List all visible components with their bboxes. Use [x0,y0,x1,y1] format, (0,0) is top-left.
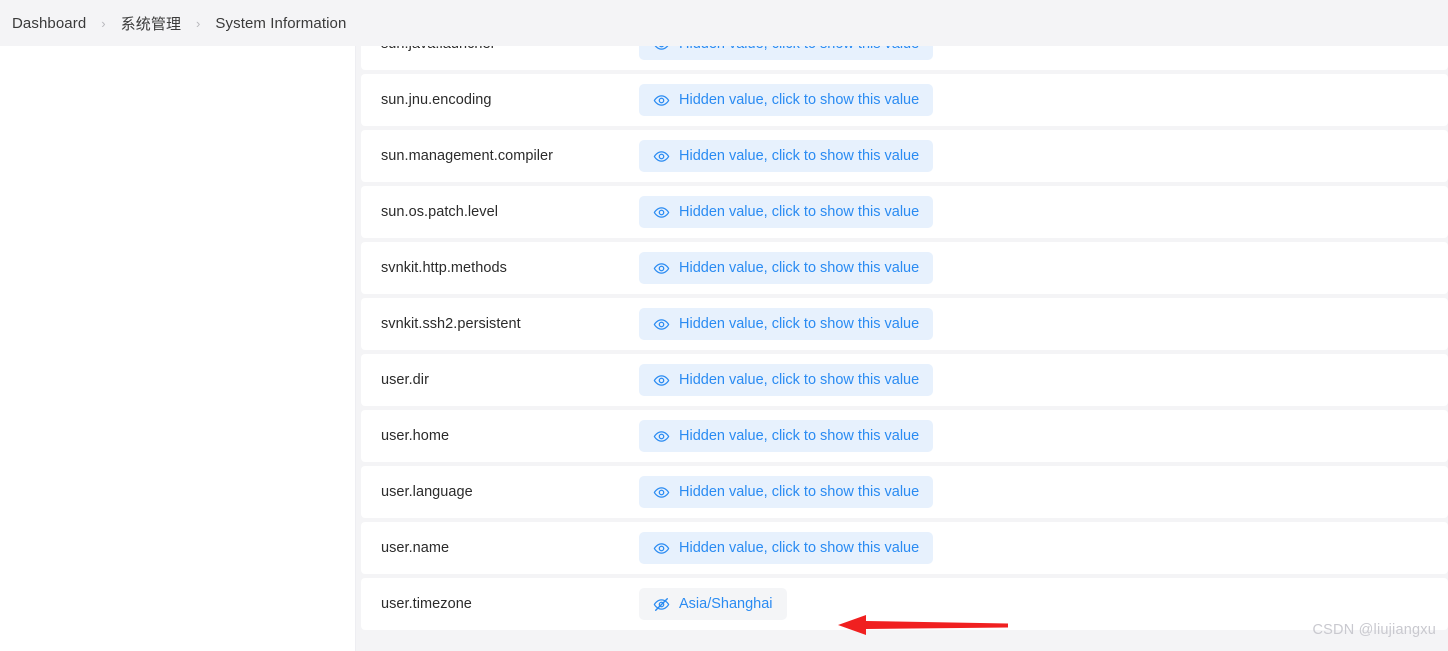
property-value-cell: Hidden value, click to show this value [639,252,1448,284]
breadcrumb-separator-icon: › [101,15,106,31]
property-key: user.dir [381,372,429,388]
eye-icon [653,148,670,165]
property-value-cell: Hidden value, click to show this value [639,364,1448,396]
page-body: sun.java.launcher Hidden value, click to … [0,46,1448,651]
table-row: sun.jnu.encoding Hidden value, click to s… [361,74,1448,126]
table-row: svnkit.ssh2.persistent Hidden value, clic… [361,298,1448,350]
table-row: user.name Hidden value, click to show thi… [361,522,1448,574]
eye-icon [653,484,670,501]
property-key: sun.management.compiler [381,148,554,164]
eye-icon [653,92,670,109]
eye-icon [653,316,670,333]
property-value-label: Hidden value, click to show this value [679,148,920,164]
hidden-value-badge[interactable]: Hidden value, click to show this value [639,420,934,452]
table-row: sun.management.compiler Hidden value, cli… [361,130,1448,182]
hidden-value-badge[interactable]: Hidden value, click to show this value [639,308,934,340]
table-row: sun.java.launcher Hidden value, click to … [361,46,1448,70]
system-properties-table: sun.java.launcher Hidden value, click to … [356,46,1448,630]
property-key: user.timezone [381,596,472,612]
property-value-label: Asia/Shanghai [679,596,773,612]
hidden-value-badge[interactable]: Hidden value, click to show this value [639,46,934,60]
hidden-value-badge[interactable]: Hidden value, click to show this value [639,84,934,116]
table-row: user.home Hidden value, click to show thi… [361,410,1448,462]
property-key: user.home [381,428,450,444]
property-key: sun.os.patch.level [381,204,498,220]
table-row: svnkit.http.methods Hidden value, click t… [361,242,1448,294]
hidden-value-badge[interactable]: Hidden value, click to show this value [639,196,934,228]
eye-icon [653,428,670,445]
property-value-label: Hidden value, click to show this value [679,46,919,52]
hidden-value-badge[interactable]: Hidden value, click to show this value [639,252,934,284]
property-value-label: Hidden value, click to show this value [679,316,920,332]
property-value-label: Hidden value, click to show this value [679,540,920,556]
property-value-label: Hidden value, click to show this value [679,260,920,276]
property-value-cell: Hidden value, click to show this value [639,84,1448,116]
breadcrumb-item-system-management[interactable]: 系统管理 [115,13,187,34]
eye-icon [653,260,670,277]
system-properties-panel: sun.java.launcher Hidden value, click to … [356,46,1448,651]
property-key: sun.jnu.encoding [381,92,492,108]
property-value-cell: Hidden value, click to show this value [639,532,1448,564]
breadcrumb: Dashboard › 系统管理 › System Information [0,0,1448,46]
property-value-label: Hidden value, click to show this value [679,428,920,444]
hidden-value-badge[interactable]: Hidden value, click to show this value [639,364,934,396]
property-value-label: Hidden value, click to show this value [679,372,920,388]
revealed-value-badge[interactable]: Asia/Shanghai [639,588,787,620]
property-value-cell: Hidden value, click to show this value [639,196,1448,228]
table-row: user.language Hidden value, click to show… [361,466,1448,518]
breadcrumb-separator-icon: › [196,15,201,31]
property-value-label: Hidden value, click to show this value [679,484,920,500]
left-blank-pane [0,46,355,651]
eye-icon [653,46,670,53]
property-value-cell: Hidden value, click to show this value [639,420,1448,452]
breadcrumb-item-system-information: System Information [215,14,347,32]
property-value-cell: Hidden value, click to show this value [639,308,1448,340]
property-key: user.name [381,540,450,556]
table-row: user.timezone Asia/Shanghai [361,578,1448,630]
property-value-label: Hidden value, click to show this value [679,92,920,108]
property-key: sun.java.launcher [361,46,639,52]
property-value-cell: Hidden value, click to show this value [639,46,1448,60]
table-row: user.dir Hidden value, click to show this… [361,354,1448,406]
eye-icon [653,540,670,557]
property-key: svnkit.ssh2.persistent [381,316,521,332]
property-value-cell: Asia/Shanghai [639,588,1448,620]
property-value-label: Hidden value, click to show this value [679,204,920,220]
watermark-text: CSDN @liujiangxu [1312,622,1436,638]
hidden-value-badge[interactable]: Hidden value, click to show this value [639,476,934,508]
hidden-value-badge[interactable]: Hidden value, click to show this value [639,532,934,564]
property-value-cell: Hidden value, click to show this value [639,476,1448,508]
eye-icon [653,372,670,389]
hidden-value-badge[interactable]: Hidden value, click to show this value [639,140,934,172]
eye-slash-icon [653,596,670,613]
property-key: svnkit.http.methods [381,260,507,276]
breadcrumb-item-dashboard[interactable]: Dashboard [6,15,92,32]
table-row: sun.os.patch.level Hidden value, click to… [361,186,1448,238]
eye-icon [653,204,670,221]
property-key: user.language [381,484,473,500]
property-value-cell: Hidden value, click to show this value [639,140,1448,172]
